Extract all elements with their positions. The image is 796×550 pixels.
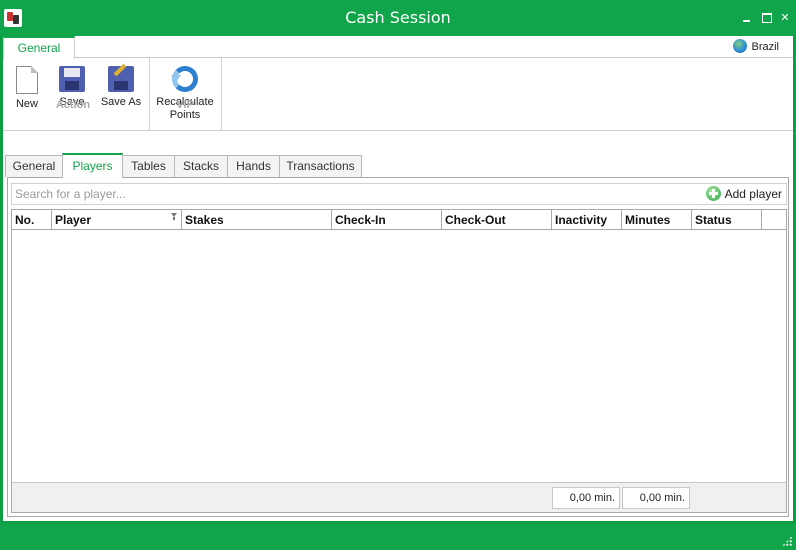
tab-hands[interactable]: Hands (227, 155, 280, 177)
minutes-total: 0,00 min. (622, 487, 690, 509)
section-tabs: General Players Tables Stacks Hands Tran… (5, 153, 789, 178)
player-search-input[interactable] (13, 185, 573, 203)
save-disk-icon (59, 66, 85, 92)
title-bar: Cash Session ✕ (0, 0, 796, 36)
grid-footer: 0,00 min. 0,00 min. (12, 482, 786, 512)
players-grid: No. Player Stakes Check-In Check-Out Ina… (11, 209, 787, 513)
filter-icon[interactable] (171, 213, 178, 220)
tab-transactions[interactable]: Transactions (279, 155, 362, 177)
column-header-inactivity[interactable]: Inactivity (552, 210, 622, 230)
minimize-icon[interactable] (740, 11, 754, 25)
locale-label: Brazil (751, 41, 779, 53)
recalculate-points-button[interactable]: Recalculate Points (153, 60, 217, 128)
add-player-button[interactable]: Add player (705, 186, 782, 202)
locale-selector[interactable]: Brazil (733, 39, 779, 55)
column-header-no[interactable]: No. (12, 210, 52, 230)
save-button[interactable]: Save (53, 60, 91, 128)
tab-tables[interactable]: Tables (122, 155, 175, 177)
ribbon-group-separator (149, 58, 150, 130)
ribbon: General Brazil New Save Save As Recalcul… (3, 36, 793, 131)
ribbon-group-label-action: Action (55, 99, 91, 111)
save-as-button[interactable]: Save As (97, 60, 145, 128)
new-button-label: New (15, 98, 38, 110)
status-bar (0, 524, 796, 550)
refresh-icon (171, 66, 198, 92)
search-row: Add player (11, 183, 787, 205)
cash-session-window: Cash Session ✕ General Brazil New Save S… (0, 0, 796, 550)
new-button[interactable]: New (9, 60, 45, 128)
globe-icon (733, 39, 748, 53)
content-area: General Players Tables Stacks Hands Tran… (3, 131, 793, 521)
column-header-minutes[interactable]: Minutes (622, 210, 692, 230)
column-header-player-label: Player (55, 213, 92, 227)
ribbon-group-separator (221, 58, 222, 130)
new-document-icon (16, 66, 38, 94)
add-player-label: Add player (724, 187, 782, 201)
inactivity-total: 0,00 min. (552, 487, 620, 509)
ribbon-group-label-vip: VIP (176, 99, 194, 111)
resize-grip-icon[interactable] (782, 536, 792, 546)
column-header-status[interactable]: Status (692, 210, 762, 230)
ribbon-body: New Save Save As Recalculate Points (3, 58, 793, 130)
tab-stacks[interactable]: Stacks (174, 155, 228, 177)
ribbon-tab-general[interactable]: General (3, 36, 75, 59)
maximize-icon[interactable] (760, 11, 774, 25)
column-header-check-in[interactable]: Check-In (332, 210, 442, 230)
column-header-player[interactable]: Player (52, 210, 182, 230)
players-panel: Add player No. Player Stakes Check-In Ch… (7, 177, 789, 517)
column-header-check-out[interactable]: Check-Out (442, 210, 552, 230)
close-icon[interactable]: ✕ (778, 11, 792, 25)
column-header-stakes[interactable]: Stakes (182, 210, 332, 230)
ribbon-tabstrip: General Brazil (3, 36, 793, 59)
add-circle-icon (705, 186, 721, 201)
save-as-button-label: Save As (100, 96, 142, 108)
tab-general[interactable]: General (5, 155, 63, 177)
window-title: Cash Session (345, 8, 451, 27)
tab-players[interactable]: Players (62, 153, 123, 178)
save-as-icon (108, 66, 134, 92)
grid-header: No. Player Stakes Check-In Check-Out Ina… (12, 210, 786, 230)
